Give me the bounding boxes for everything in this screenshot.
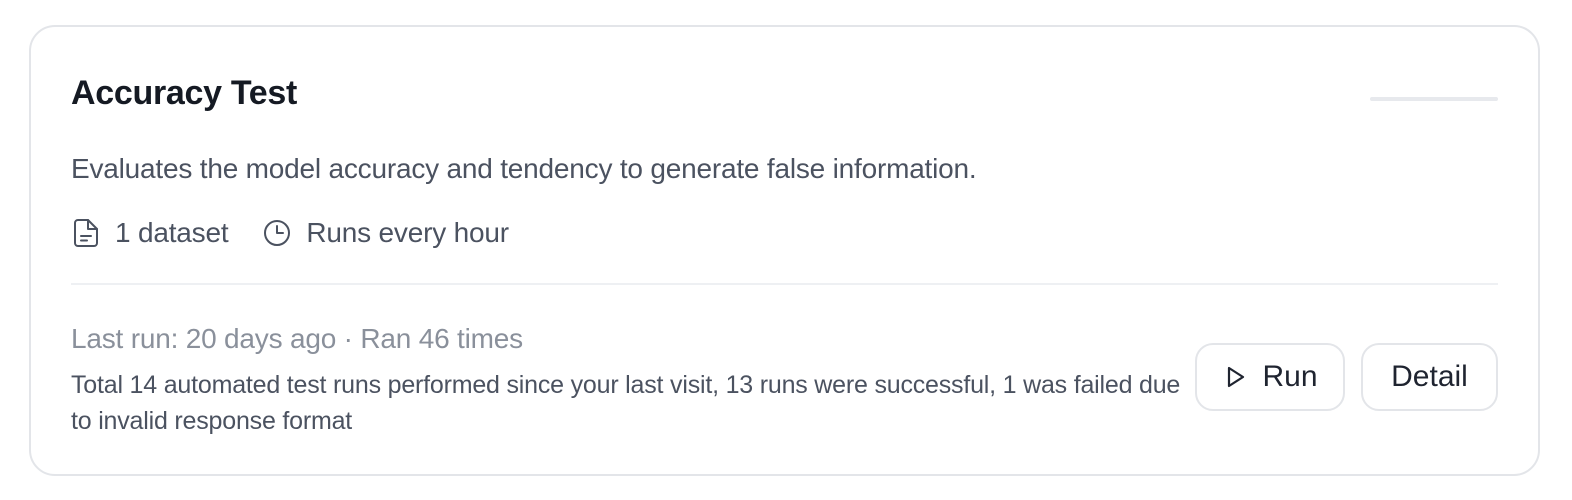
detail-button[interactable]: Detail [1361, 343, 1498, 411]
run-summary: Total 14 automated test runs performed s… [71, 371, 1181, 435]
play-icon [1222, 364, 1248, 390]
file-text-icon [71, 218, 101, 248]
test-card: Accuracy Test Evaluates the model accura… [29, 25, 1540, 476]
run-button[interactable]: Run [1195, 343, 1345, 411]
card-actions: Run Detail [1195, 343, 1498, 411]
card-description: Evaluates the model accuracy and tendenc… [71, 153, 977, 184]
card-meta: 1 dataset Runs every hour [71, 215, 509, 251]
run-schedule: Runs every hour [262, 217, 509, 249]
clock-icon [262, 218, 292, 248]
dataset-count: 1 dataset [71, 217, 229, 249]
card-title: Accuracy Test [71, 74, 298, 112]
run-button-label: Run [1262, 360, 1318, 393]
section-divider [71, 283, 1498, 285]
run-schedule-label: Runs every hour [306, 217, 509, 248]
dataset-count-label: 1 dataset [115, 217, 229, 248]
title-accent-bar [1370, 97, 1498, 101]
last-run-info: Last run: 20 days ago · Ran 46 times [71, 323, 523, 354]
